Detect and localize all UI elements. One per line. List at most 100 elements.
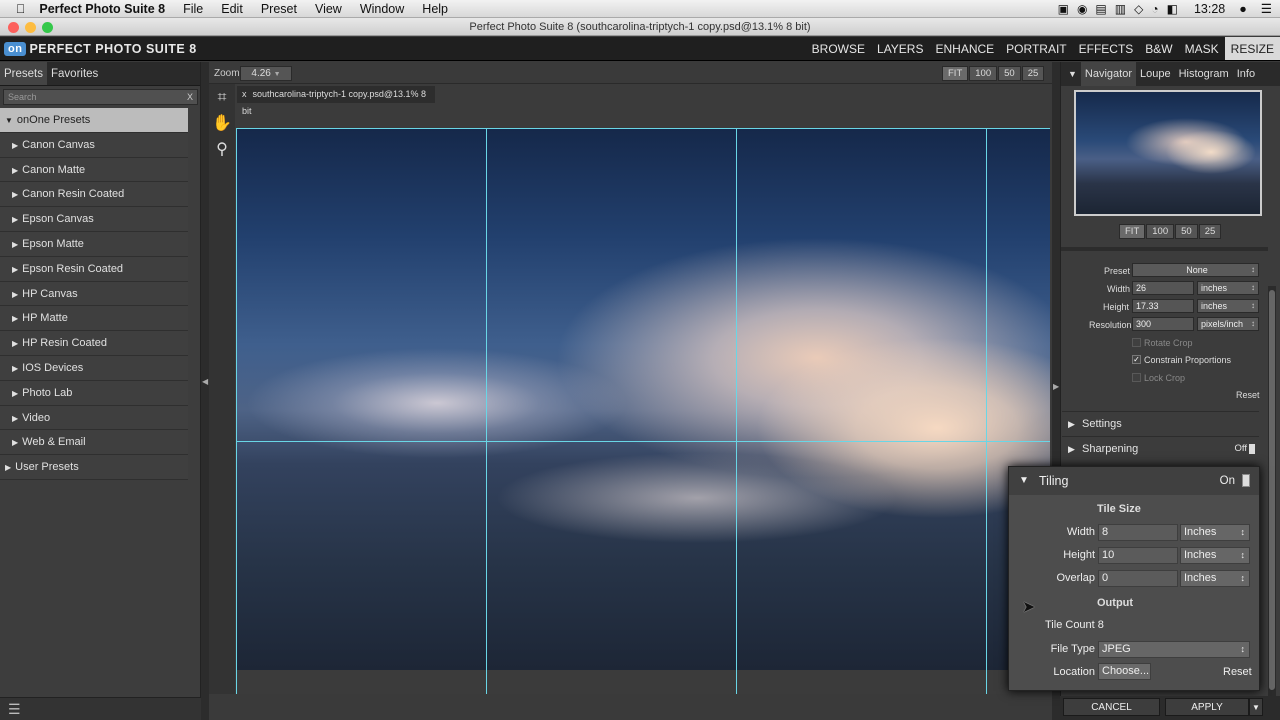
collapse-right-icon[interactable]: ▶ (1053, 382, 1059, 391)
collapse-left-icon[interactable]: ◀ (202, 377, 208, 386)
photo-canvas[interactable] (237, 128, 1050, 670)
preset-item[interactable]: ▶ Epson Canvas (0, 207, 188, 232)
apply-options-chevron-icon[interactable]: ▼ (1249, 698, 1263, 716)
tiling-header[interactable]: ▼ Tiling On (1009, 467, 1259, 495)
resolution-field[interactable]: 300 (1132, 317, 1194, 331)
tab-favorites[interactable]: Favorites (47, 68, 102, 80)
status-icons[interactable]: ▣◉▤▥◇◔◧ (1058, 2, 1186, 16)
module-bw[interactable]: B&W (1139, 37, 1178, 60)
tab-navigator[interactable]: Navigator (1080, 62, 1136, 86)
panel-list-icon[interactable]: ☰ (8, 701, 21, 718)
app-menu[interactable]: Perfect Photo Suite 8 (39, 2, 165, 16)
menu-file[interactable]: File (183, 2, 203, 16)
notification-icon[interactable]: ☰ (1261, 1, 1272, 16)
tile-width-unit-select[interactable]: Inches (1180, 524, 1250, 541)
tiling-reset-button[interactable]: Reset (1223, 666, 1252, 678)
preset-item[interactable]: ▶ Video (0, 405, 188, 431)
preset-item[interactable]: ▶ Canon Matte (0, 157, 188, 183)
preset-item[interactable]: ▶ Photo Lab (0, 380, 188, 406)
choose-location-button[interactable]: Choose... (1098, 663, 1151, 680)
tile-width-field[interactable]: 8 (1098, 524, 1178, 541)
search-input[interactable]: Search X (3, 89, 198, 105)
module-resize[interactable]: RESIZE (1224, 37, 1280, 60)
zoom-tool-icon[interactable]: ⚲ (212, 140, 232, 160)
zoom-window-icon[interactable] (42, 22, 53, 33)
preset-item[interactable]: ▶ HP Matte (0, 306, 188, 332)
menu-window[interactable]: Window (360, 2, 404, 16)
preset-group-onone[interactable]: ▼ onOne Presets (0, 108, 188, 133)
close-window-icon[interactable] (8, 22, 19, 33)
sharpening-section[interactable]: ▶ Sharpening Off (1062, 436, 1259, 460)
scrollbar-thumb[interactable] (1269, 290, 1275, 690)
module-mask[interactable]: MASK (1179, 37, 1225, 60)
hand-tool-icon[interactable]: ✋ (212, 114, 232, 134)
module-enhance[interactable]: ENHANCE (929, 37, 1000, 60)
preset-item[interactable]: ▶ Canon Canvas (0, 132, 188, 158)
nav-fit-button[interactable]: FIT (1119, 224, 1146, 239)
module-effects[interactable]: EFFECTS (1073, 37, 1140, 60)
zoom-25-button[interactable]: 25 (1021, 66, 1045, 81)
tile-guide-line (986, 128, 987, 694)
height-field[interactable]: 17.33 (1132, 299, 1194, 313)
apply-button[interactable]: APPLY (1165, 698, 1249, 716)
preset-item[interactable]: ▶ Web & Email (0, 430, 188, 456)
document-tab[interactable]: x southcarolina-triptych-1 copy.psd@13.1%… (237, 86, 435, 116)
menu-view[interactable]: View (315, 2, 342, 16)
preset-item[interactable]: ▶ Epson Resin Coated (0, 256, 188, 282)
width-unit-select[interactable]: inches (1197, 281, 1259, 295)
close-tab-icon[interactable]: x (242, 89, 247, 99)
zoom-select[interactable]: 4.26 ▼ (240, 66, 292, 81)
zoom-fit-button[interactable]: FIT (942, 66, 969, 81)
module-browse[interactable]: BROWSE (806, 37, 871, 60)
file-type-select[interactable]: JPEG (1098, 641, 1250, 658)
module-portrait[interactable]: PORTRAIT (1000, 37, 1072, 60)
preset-item[interactable]: ▶ HP Canvas (0, 281, 188, 307)
menu-edit[interactable]: Edit (221, 2, 243, 16)
settings-section[interactable]: ▶ Settings (1062, 411, 1259, 435)
clear-search-icon[interactable]: X (187, 90, 193, 104)
clock[interactable]: 13:28 (1194, 2, 1225, 16)
cancel-button[interactable]: CANCEL (1063, 698, 1160, 716)
module-layers[interactable]: LAYERS (871, 37, 929, 60)
zoom-50-button[interactable]: 50 (998, 66, 1021, 81)
user-icon[interactable]: ● (1239, 2, 1247, 16)
crop-tool-icon[interactable]: ⌗ (212, 88, 232, 108)
tab-histogram[interactable]: Histogram (1175, 68, 1233, 80)
tile-height-field[interactable]: 10 (1098, 547, 1178, 564)
nav-25-button[interactable]: 25 (1198, 224, 1222, 239)
preset-item[interactable]: ▶ HP Resin Coated (0, 331, 188, 356)
constrain-checkbox[interactable]: ✓ (1132, 355, 1141, 364)
menu-help[interactable]: Help (422, 2, 448, 16)
preset-item[interactable]: ▶ IOS Devices (0, 355, 188, 381)
preset-item[interactable]: ▶ Epson Matte (0, 231, 188, 257)
nav-100-button[interactable]: 100 (1146, 224, 1175, 239)
tile-height-unit-select[interactable]: Inches (1180, 547, 1250, 564)
width-field[interactable]: 26 (1132, 281, 1194, 295)
rotate-crop-checkbox[interactable] (1132, 338, 1141, 347)
lock-crop-checkbox[interactable] (1132, 373, 1141, 382)
preset-item[interactable]: ▶ Canon Resin Coated (0, 182, 188, 208)
minimize-window-icon[interactable] (25, 22, 36, 33)
tab-loupe[interactable]: Loupe (1136, 68, 1175, 80)
left-splitter[interactable]: ◀ (201, 62, 209, 720)
resolution-unit-select[interactable]: pixels/inch (1197, 317, 1259, 331)
tile-overlap-unit-select[interactable]: Inches (1180, 570, 1250, 587)
tile-overlap-field[interactable]: 0 (1098, 570, 1178, 587)
tab-info[interactable]: Info (1233, 68, 1259, 80)
nav-50-button[interactable]: 50 (1175, 224, 1198, 239)
tiling-panel: ▼ Tiling On Tile Size Width 8 Inches Hei… (1008, 466, 1260, 691)
resize-reset-button[interactable]: Reset (1236, 390, 1260, 400)
preset-group-user[interactable]: ▶ User Presets (0, 455, 188, 480)
menu-preset[interactable]: Preset (261, 2, 297, 16)
zoom-label: Zoom (214, 68, 240, 79)
tab-presets[interactable]: Presets (0, 62, 47, 85)
apple-icon[interactable]:  (16, 2, 25, 16)
preset-select[interactable]: None (1132, 263, 1259, 277)
height-unit-select[interactable]: inches (1197, 299, 1259, 313)
navigator-thumbnail[interactable] (1074, 90, 1262, 216)
canvas-footer (209, 694, 1052, 720)
sharpening-toggle[interactable] (1249, 444, 1255, 454)
tiling-toggle[interactable] (1242, 474, 1250, 487)
zoom-100-button[interactable]: 100 (969, 66, 998, 81)
triangle-down-icon[interactable]: ▼ (1061, 69, 1081, 79)
